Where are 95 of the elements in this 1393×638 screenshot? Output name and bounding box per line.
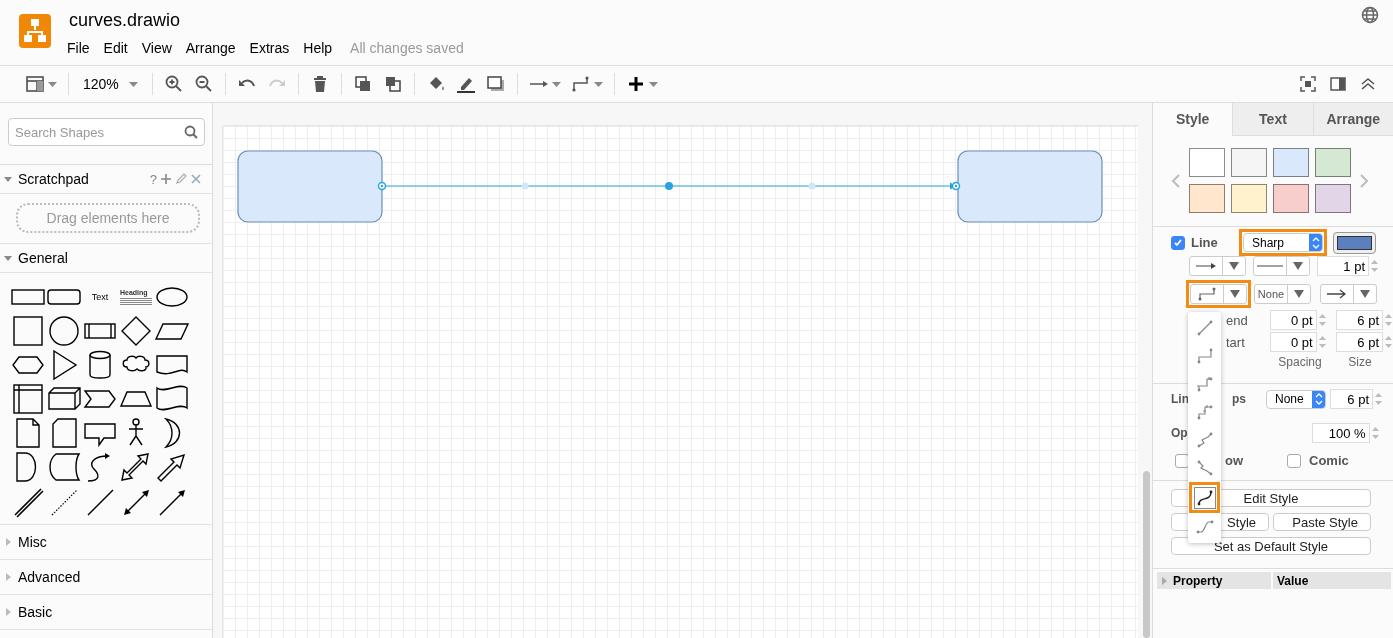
field-caption: Size bbox=[1347, 355, 1373, 369]
line-pattern-select[interactable] bbox=[1253, 256, 1310, 276]
dropdown-arrow-icon bbox=[1294, 290, 1304, 298]
arrow-icon bbox=[1327, 289, 1347, 299]
stepper-arrows-icon bbox=[1311, 236, 1320, 249]
style-swatch[interactable] bbox=[1273, 148, 1309, 177]
internal-storage-icon[interactable] bbox=[10, 382, 46, 416]
zoom-in-icon bbox=[163, 74, 184, 94]
number-field[interactable]: 6 pt bbox=[1330, 389, 1373, 409]
style-swatch[interactable] bbox=[1231, 184, 1267, 213]
field-label: Op bbox=[1171, 426, 1188, 440]
style-swatch[interactable] bbox=[1315, 148, 1351, 177]
stepper-arrows-icon bbox=[1314, 393, 1323, 405]
caret-icon bbox=[128, 81, 138, 87]
field-label: Lin bbox=[1171, 392, 1189, 406]
circle-icon[interactable] bbox=[46, 314, 82, 348]
help-link[interactable]: ? bbox=[149, 171, 157, 187]
number-field[interactable]: 1 pt bbox=[1317, 256, 1369, 276]
style-swatch[interactable] bbox=[1273, 184, 1309, 213]
number-field[interactable]: 0 pt bbox=[1269, 310, 1317, 330]
arrow-icon bbox=[1196, 262, 1216, 270]
style-button[interactable]: Paste Style bbox=[1273, 513, 1371, 531]
style-swatch[interactable] bbox=[1231, 148, 1267, 177]
collapse-arrow-icon[interactable] bbox=[4, 254, 12, 262]
file-title[interactable]: curves.drawio bbox=[67, 10, 464, 31]
save-status: All changes saved bbox=[350, 40, 464, 56]
menu-item[interactable]: Arrange bbox=[185, 40, 236, 56]
field-label: tart bbox=[1225, 334, 1246, 350]
line-color-button[interactable] bbox=[1333, 231, 1376, 254]
style-swatch[interactable] bbox=[1189, 148, 1225, 177]
section-title[interactable]: Scratchpad bbox=[18, 171, 89, 187]
to-front-icon bbox=[352, 74, 373, 94]
menu-item[interactable] bbox=[1189, 482, 1220, 513]
search-icon bbox=[184, 125, 198, 139]
number-field[interactable]: 6 pt bbox=[1336, 332, 1383, 352]
dropdown-arrow-icon bbox=[1229, 262, 1239, 270]
globe-icon[interactable] bbox=[1361, 6, 1379, 24]
section-title[interactable]: Misc bbox=[18, 534, 47, 550]
fullscreen-icon bbox=[1298, 74, 1318, 94]
menu-item[interactable]: Help bbox=[303, 40, 333, 56]
panel-tab[interactable]: Text bbox=[1232, 103, 1313, 136]
menu-item[interactable]: View bbox=[141, 40, 172, 56]
plus-icon[interactable] bbox=[160, 173, 172, 185]
menu-item[interactable]: Extras bbox=[249, 40, 290, 56]
number-field[interactable]: 100 % bbox=[1311, 423, 1370, 443]
data-storage-icon[interactable] bbox=[46, 450, 82, 484]
style-swatch[interactable] bbox=[1315, 184, 1351, 213]
number-field[interactable]: 0 pt bbox=[1269, 332, 1317, 352]
column-header[interactable]: Value bbox=[1277, 573, 1309, 588]
search-field[interactable]: Search Shapes bbox=[8, 118, 205, 146]
column-header[interactable]: Property bbox=[1173, 573, 1223, 588]
caret-icon bbox=[593, 81, 603, 87]
format-panel-icon bbox=[25, 74, 45, 94]
line-style-select[interactable]: Sharp bbox=[1243, 233, 1323, 252]
zoom-dropdown[interactable]: 120% bbox=[75, 73, 146, 95]
shadow-icon bbox=[485, 74, 506, 94]
section-title[interactable]: General bbox=[18, 250, 68, 266]
option-label: Comic bbox=[1309, 453, 1349, 468]
field-caption: Spacing bbox=[1277, 355, 1323, 369]
caret-icon bbox=[48, 81, 57, 87]
waypoint-icon bbox=[1198, 287, 1216, 301]
caret-icon bbox=[551, 81, 561, 87]
checkbox[interactable] bbox=[1287, 453, 1301, 468]
text-shape[interactable]: Text bbox=[91, 292, 109, 302]
line-end-select[interactable] bbox=[1320, 284, 1377, 304]
number-field[interactable]: 6 pt bbox=[1336, 310, 1383, 330]
section-title[interactable]: Advanced bbox=[18, 569, 81, 585]
dropdown-arrow-icon bbox=[1360, 290, 1370, 298]
checkbox[interactable] bbox=[1175, 453, 1189, 468]
caret-icon bbox=[648, 81, 658, 87]
field-label: ps bbox=[1232, 392, 1247, 406]
elbow-connector-icon bbox=[1194, 374, 1215, 394]
style-swatch[interactable] bbox=[1189, 184, 1225, 213]
collapse-arrow-icon[interactable] bbox=[4, 175, 12, 183]
field-label: end bbox=[1225, 312, 1249, 328]
app-logo bbox=[19, 14, 51, 48]
waypoint-icon bbox=[570, 74, 591, 94]
line-label: Line bbox=[1191, 235, 1219, 250]
dropdown-arrow-icon bbox=[1230, 290, 1240, 298]
arrow-style-select[interactable] bbox=[1189, 256, 1246, 276]
side-panel-icon bbox=[1328, 74, 1348, 94]
panel-tab[interactable]: Arrange bbox=[1312, 103, 1393, 136]
section-title[interactable]: Basic bbox=[18, 604, 53, 620]
square-icon[interactable] bbox=[10, 314, 46, 348]
line-jumps-select[interactable]: None bbox=[1266, 389, 1326, 409]
scrollbar[interactable] bbox=[1143, 471, 1150, 638]
line-start-select[interactable]: None bbox=[1254, 284, 1311, 304]
option-label: ow bbox=[1225, 453, 1245, 468]
checkbox[interactable] bbox=[1171, 235, 1185, 250]
dropdown-arrow-icon bbox=[1293, 262, 1303, 270]
menu-item[interactable]: Edit bbox=[103, 40, 128, 56]
style-button[interactable]: Set as Default Style bbox=[1171, 537, 1371, 555]
solid-line-icon bbox=[1257, 265, 1283, 267]
zoom-out-icon bbox=[193, 74, 214, 94]
menu-item[interactable]: File bbox=[67, 40, 90, 56]
